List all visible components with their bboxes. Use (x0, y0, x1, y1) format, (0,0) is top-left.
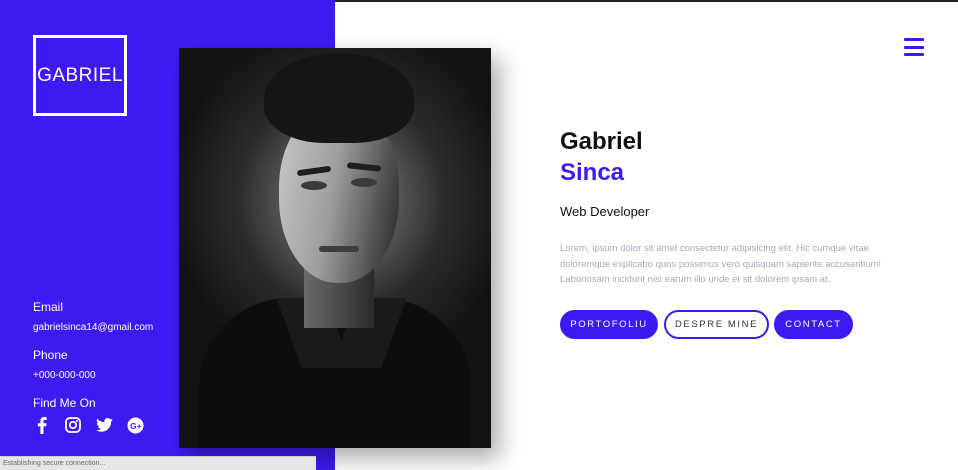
google-plus-icon[interactable]: G+ (126, 416, 144, 434)
twitter-icon[interactable] (95, 416, 113, 434)
menu-bar-bottom (904, 53, 924, 56)
email-section: Email gabrielsinca14@gmail.com (33, 300, 153, 333)
phone-value: +000-000-000 (33, 370, 96, 381)
last-name-heading: Sinca (560, 159, 625, 186)
logo-text: GABRIEL (37, 64, 123, 86)
facebook-icon[interactable] (33, 416, 51, 434)
browser-status-bar: Establishing secure connection... (0, 456, 316, 470)
contact-button[interactable]: CONTACT (774, 310, 853, 339)
logo[interactable]: GABRIEL (33, 35, 127, 116)
bio-text: Lorem, ipsum dolor sit amet consectetur … (560, 243, 882, 285)
about-me-button[interactable]: DESPRE MINE (664, 310, 769, 339)
phone-label: Phone (33, 348, 68, 362)
status-text: Establishing secure connection... (3, 460, 106, 467)
phone-section: Phone +000-000-000 (33, 348, 96, 381)
find-me-section: Find Me On (33, 396, 96, 410)
photo-eye-left-shape (301, 181, 327, 190)
find-me-label: Find Me On (33, 396, 96, 410)
photo-hair-shape (264, 53, 414, 143)
first-name-heading: Gabriel (560, 128, 643, 155)
top-border-line (335, 0, 958, 2)
instagram-icon[interactable] (64, 416, 82, 434)
email-value[interactable]: gabrielsinca14@gmail.com (33, 322, 153, 333)
portfolio-button[interactable]: PORTOFOLIU (560, 310, 658, 339)
svg-text:G+: G+ (130, 420, 142, 430)
profile-photo (179, 48, 491, 448)
social-links: G+ (33, 416, 144, 434)
hamburger-menu-icon[interactable] (904, 38, 924, 56)
menu-bar-top (904, 38, 924, 41)
menu-bar-middle (904, 45, 924, 49)
email-label: Email (33, 300, 64, 314)
photo-eye-right-shape (351, 178, 377, 187)
job-title: Web Developer (560, 204, 650, 219)
photo-mouth-shape (319, 246, 359, 252)
